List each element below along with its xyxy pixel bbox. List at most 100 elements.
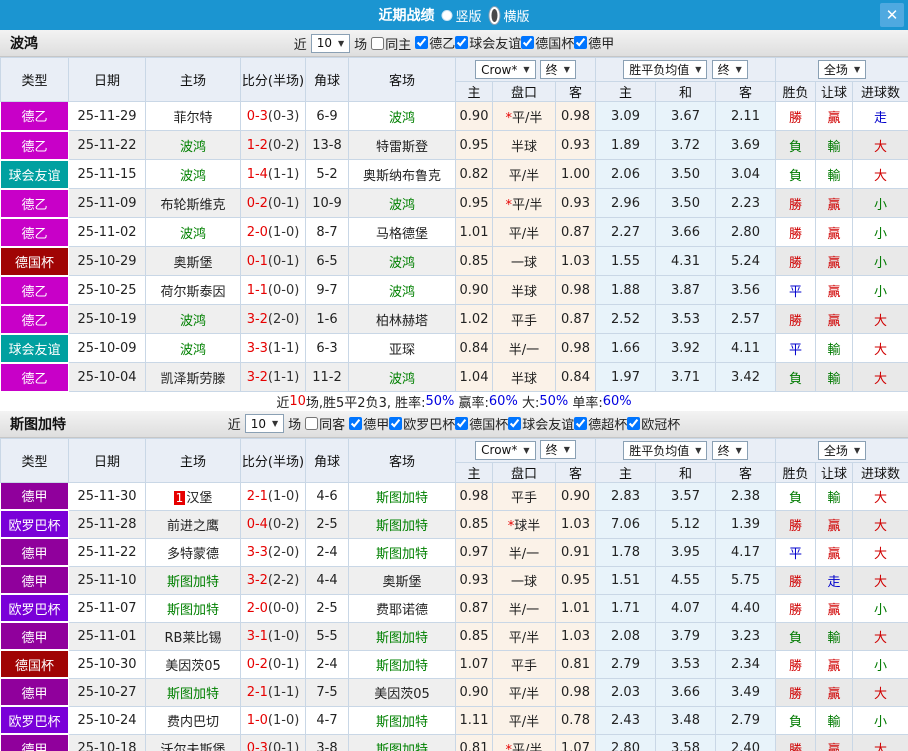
league-checkbox[interactable] [455, 416, 469, 430]
avg-home-odds: 1.55 [595, 246, 657, 276]
league-filter-德甲[interactable]: 德甲 [574, 33, 614, 52]
avg-draw-odds: 3.72 [655, 130, 717, 160]
avg-home-odds: 3.09 [595, 101, 657, 131]
odds-away: 0.81 [554, 649, 597, 679]
result-badge: 平 [775, 275, 817, 305]
league-filter-德国杯[interactable]: 德国杯 [521, 33, 574, 52]
radio-selected-icon[interactable] [488, 5, 501, 25]
league-checkbox[interactable] [508, 416, 522, 430]
avg-home-odds: 2.08 [595, 621, 657, 651]
chevron-down-icon: ▼ [735, 65, 742, 74]
games-suffix-label: 场 [354, 37, 368, 53]
odds-handicap-header: 盘口 [492, 461, 556, 483]
score: 1-1(0-0) [240, 275, 306, 305]
odds-away: 0.98 [554, 275, 597, 305]
avg-draw-odds: 4.55 [655, 565, 717, 595]
fullmatch-select[interactable]: 全场 ▼ [817, 60, 867, 79]
league-filter-德国杯[interactable]: 德国杯 [455, 414, 508, 433]
league-checkbox[interactable] [415, 36, 429, 49]
corner-count: 2-5 [305, 593, 349, 623]
match-date: 25-10-04 [68, 362, 146, 392]
avg-select[interactable]: 胜平负均值 ▼ [623, 60, 708, 79]
horizontal-layout-radio[interactable]: 横版 [488, 5, 530, 25]
summary-text: 10 [289, 394, 306, 409]
home-team: 波鸿 [145, 333, 241, 363]
league-badge: 球会友谊 [0, 159, 69, 190]
away-team: 波鸿 [348, 188, 456, 218]
league-filter-德甲[interactable]: 德甲 [349, 414, 389, 433]
avg-home-odds: 2.27 [595, 217, 657, 247]
league-filter-欧冠杯[interactable]: 欧冠杯 [627, 414, 680, 433]
league-checkbox[interactable] [389, 416, 403, 430]
avg-away-odds: 3.49 [715, 677, 777, 707]
goals-result-badge: 大 [852, 304, 908, 334]
avg-away-odds: 2.57 [715, 304, 777, 334]
score: 0-1(0-1) [240, 246, 306, 276]
avg-away-header: 客 [715, 81, 777, 102]
handicap-result-header: 让球 [815, 461, 854, 483]
avg-draw-odds: 3.66 [655, 217, 717, 247]
league-badge: 球会友谊 [0, 333, 69, 364]
chevron-down-icon: ▼ [338, 38, 345, 48]
close-icon[interactable]: ✕ [880, 3, 904, 27]
games-count-select[interactable]: 10 ▼ [310, 33, 351, 53]
handicap: 半/一 [492, 537, 556, 567]
league-filter-球会友谊[interactable]: 球会友谊 [455, 33, 521, 52]
corner-count: 2-4 [305, 537, 349, 567]
handicap: *平/半 [492, 733, 556, 751]
avg-draw-odds: 3.66 [655, 677, 717, 707]
corner-count: 3-8 [305, 733, 349, 751]
avg-away-odds: 3.69 [715, 130, 777, 160]
fullmatch-select[interactable]: 全场 ▼ [817, 440, 867, 460]
odds-home: 0.81 [455, 733, 493, 751]
avg-away-odds: 3.42 [715, 362, 777, 392]
match-row: 德甲 25-11-10 斯图加特 3-2(2-2) 4-4 奥斯堡 0.93 一球 0.95 1.… [0, 565, 908, 595]
league-checkbox[interactable] [574, 416, 588, 430]
avg-draw-header: 和 [655, 461, 717, 483]
avg-select[interactable]: 胜平负均值 ▼ [623, 440, 708, 460]
final2-select[interactable]: 终 ▼ [711, 440, 748, 460]
home-team: RB莱比锡 [145, 621, 241, 651]
final-select[interactable]: 终 ▼ [539, 440, 576, 460]
league-badge: 欧罗巴杯 [0, 705, 69, 735]
same-away-checkbox[interactable] [305, 417, 319, 430]
league-filter-德超杯[interactable]: 德超杯 [574, 414, 627, 433]
final2-select[interactable]: 终 ▼ [711, 60, 748, 79]
handicap-result-badge: 贏 [815, 593, 854, 623]
avg-away-odds: 2.23 [715, 188, 777, 218]
league-filter-球会友谊[interactable]: 球会友谊 [508, 414, 574, 433]
odds-away: 1.00 [554, 159, 597, 189]
handicap-result-badge: 輸 [815, 481, 854, 511]
same-home-filter[interactable]: 同主 [371, 34, 411, 53]
same-away-filter[interactable]: 同客 [305, 414, 345, 433]
chevron-down-icon: ▼ [523, 445, 530, 455]
vertical-layout-radio[interactable]: 竖版 [441, 6, 482, 25]
final-select[interactable]: 终 ▼ [539, 59, 576, 79]
horizontal-radio-label: 横版 [503, 9, 530, 25]
match-row: 德甲 25-11-22 多特蒙德 3-3(2-0) 2-4 斯图加特 0.97 半/一 0.91… [0, 537, 908, 567]
crow-select[interactable]: Crow* ▼ [475, 440, 536, 460]
corner-count: 8-7 [305, 217, 349, 247]
match-date: 25-11-10 [68, 565, 146, 595]
home-team: 波鸿 [145, 217, 241, 247]
crow-select[interactable]: Crow* ▼ [475, 60, 536, 80]
league-checkbox[interactable] [349, 416, 363, 430]
league-checkbox[interactable] [574, 36, 588, 49]
league-checkbox[interactable] [627, 416, 641, 430]
radio-icon[interactable] [441, 9, 453, 21]
league-filter-德乙[interactable]: 德乙 [415, 33, 455, 52]
league-checkbox[interactable] [455, 36, 469, 49]
avg-draw-header: 和 [655, 81, 717, 102]
away-team: 波鸿 [348, 275, 456, 305]
goals-result-badge: 大 [852, 159, 908, 189]
recent-results-window: 近期战绩 竖版 横版 ✕ 波鸿 近 10 ▼ 场 同主 德乙球会友谊 德国杯 德… [0, 0, 908, 751]
handicap: *球半 [492, 509, 556, 539]
away-team: 亚琛 [348, 333, 456, 363]
same-home-checkbox[interactable] [371, 36, 385, 50]
games-count-select[interactable]: 10 ▼ [244, 414, 285, 433]
avg-home-header: 主 [595, 461, 657, 483]
league-filter-欧罗巴杯[interactable]: 欧罗巴杯 [389, 414, 455, 433]
filter-bar: 近 10 ▼ 场 同主 德乙 球会友谊 德国杯 德甲 [0, 30, 908, 56]
match-date: 25-11-07 [68, 593, 146, 623]
league-checkbox[interactable] [521, 36, 535, 49]
